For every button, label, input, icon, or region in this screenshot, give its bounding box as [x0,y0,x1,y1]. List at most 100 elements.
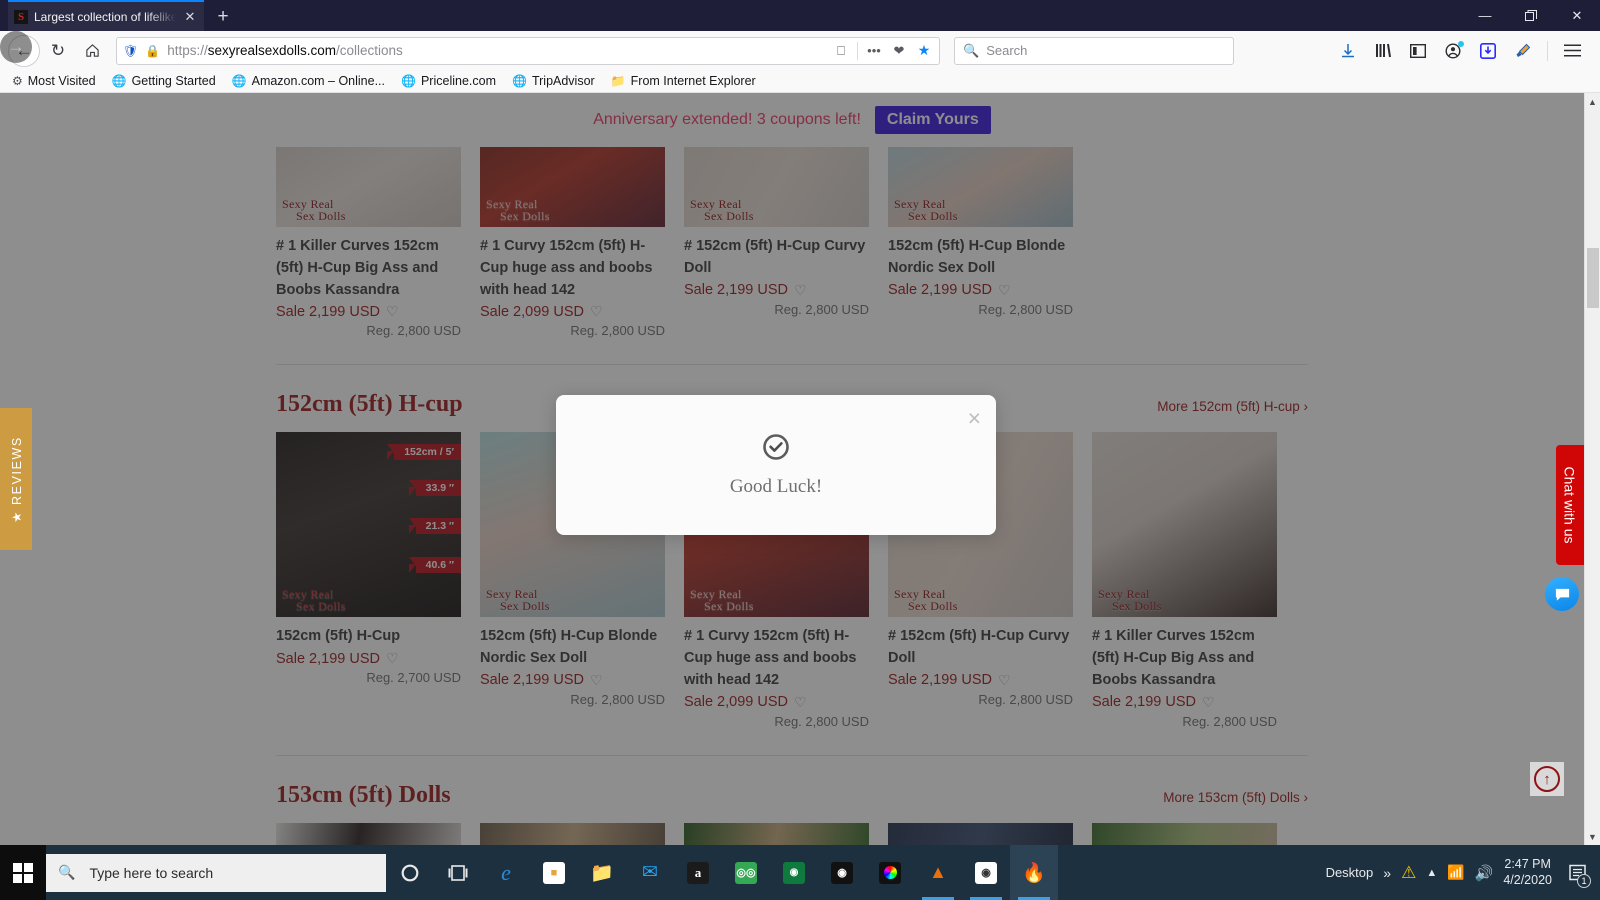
arrow-up-icon: ↑ [1534,766,1560,792]
search-icon: 🔍 [963,42,980,58]
folder-icon: 📁 [610,74,626,88]
green-app-icon[interactable]: ◉ [770,845,818,900]
reviews-tab[interactable]: ★ REVIEWS [0,408,32,550]
forward-button[interactable]: → [0,31,32,63]
close-window-button[interactable]: ✕ [1554,0,1600,31]
address-bar[interactable]: 🛡 🔒 https://sexyrealsexdolls.com/collect… [116,36,940,65]
globe-icon: 🌐 [111,74,127,88]
notification-badge: 1 [1577,874,1591,888]
search-placeholder: Search [986,43,1028,58]
tray-overflow-icon[interactable]: » [1383,865,1391,881]
sidebar-icon[interactable] [1402,35,1434,67]
menu-icon[interactable] [1556,35,1588,67]
reader-mode-icon[interactable]: ⎕ [832,43,850,59]
page-actions-icon[interactable]: ••• [865,43,883,58]
bookmark-from-internet-explorer[interactable]: 📁 From Internet Explorer [611,74,756,88]
toolbar-icons [1332,35,1592,67]
page-viewport: Anniversary extended! 3 coupons left! Cl… [0,93,1600,845]
new-tab-button[interactable]: + [208,3,238,31]
scroll-up-arrow-icon[interactable]: ▲ [1585,93,1600,110]
divider [857,41,858,60]
url-path: /collections [336,43,403,58]
divider [1547,40,1548,61]
camera-dark-icon[interactable]: ◉ [818,845,866,900]
reload-button[interactable]: ↻ [42,35,74,67]
cortana-icon[interactable] [386,845,434,900]
title-bar: S Largest collection of lifelike adu ✕ +… [0,0,1600,31]
bookmark-amazon[interactable]: 🌐 Amazon.com – Online... [232,74,385,88]
amazon-icon[interactable]: a [674,845,722,900]
scrollbar-thumb[interactable] [1587,248,1599,308]
account-badge-dot [1458,40,1464,47]
account-icon[interactable] [1437,35,1469,67]
taskbar-search-input[interactable]: 🔍 Type here to search [46,853,386,892]
tab-close-icon[interactable]: ✕ [182,9,198,25]
download-icon[interactable] [1332,35,1364,67]
bookmark-priceline[interactable]: 🌐 Priceline.com [401,74,496,88]
scroll-down-arrow-icon[interactable]: ▼ [1585,828,1600,845]
page-scrollbar[interactable]: ▲ ▼ [1584,93,1600,845]
tripadvisor-icon[interactable]: ◎◎ [722,845,770,900]
globe-icon: 🌐 [512,74,527,88]
good-luck-modal: × Good Luck! [556,395,996,535]
modal-close-icon[interactable]: × [968,405,981,432]
minimize-button[interactable]: — [1462,0,1508,31]
task-view-icon[interactable] [434,845,482,900]
camera-icon[interactable]: ◉ [962,845,1010,900]
desktop-label[interactable]: Desktop [1326,865,1374,880]
windows-logo-icon [13,862,33,883]
clock[interactable]: 2:47 PM 4/2/2020 [1503,857,1552,888]
search-bar[interactable]: 🔍 Search [954,36,1234,65]
bookmark-most-visited[interactable]: ⚙ Most Visited [12,74,96,88]
store-icon[interactable]: ■ [530,845,578,900]
bookmarks-toolbar: ⚙ Most Visited 🌐 Getting Started 🌐 Amazo… [0,70,1600,93]
bookmark-getting-started[interactable]: 🌐 Getting Started [112,74,216,88]
pocket-icon[interactable]: ❤ [890,43,908,59]
taskbar-search-placeholder: Type here to search [89,864,214,881]
bookmark-star-icon[interactable]: ★ [915,42,933,59]
bookmark-label: Amazon.com – Online... [251,74,386,88]
globe-icon: 🌐 [401,74,416,88]
browser-tab[interactable]: S Largest collection of lifelike adu ✕ [8,0,204,31]
tracking-protection-shield-icon[interactable]: 🛡 [123,44,138,58]
reviews-tab-label: ★ REVIEWS [9,435,24,523]
library-icon[interactable] [1367,35,1399,67]
color-wheel-icon[interactable] [866,845,914,900]
bookmark-label: Getting Started [131,74,216,88]
back-to-top-button[interactable]: ↑ [1530,762,1564,796]
tab-title: Largest collection of lifelike adu [34,9,176,24]
url-text: https://sexyrealsexdolls.com/collections [167,43,403,58]
search-icon: 🔍 [58,864,76,880]
notification-center-button[interactable]: 1 [1562,845,1592,900]
chevron-up-icon[interactable]: ▲ [1426,867,1437,879]
blue-download-icon[interactable] [1472,35,1504,67]
gear-icon: ⚙ [12,74,23,88]
firefox-icon[interactable]: 🔥 [1010,845,1058,900]
start-button[interactable] [0,845,46,900]
bookmark-tripadvisor[interactable]: 🌐 TripAdvisor [512,74,595,88]
vlc-icon[interactable]: ▲ [914,845,962,900]
bookmark-label: From Internet Explorer [630,74,756,88]
maximize-button[interactable] [1508,0,1554,31]
edge-icon[interactable]: e [482,845,530,900]
chat-bubble-icon[interactable] [1545,577,1579,611]
mail-icon[interactable]: ✉ [626,845,674,900]
home-button[interactable] [76,35,108,67]
browser-window: S Largest collection of lifelike adu ✕ +… [0,0,1600,900]
clock-date: 4/2/2020 [1503,872,1552,887]
windows-taskbar: 🔍 Type here to search e ■ 📁 ✉ a ◎◎ ◉ ◉ ▲… [0,845,1600,900]
lock-icon: 🔒 [145,43,161,58]
bookmark-label: Most Visited [27,74,96,88]
web-page: Anniversary extended! 3 coupons left! Cl… [0,93,1584,845]
file-explorer-icon[interactable]: 📁 [578,845,626,900]
warning-icon[interactable]: ⚠ [1401,863,1416,883]
chat-with-us-tab[interactable]: Chat with us [1556,445,1584,565]
network-icon[interactable]: 📶 [1447,864,1464,881]
bookmark-label: TripAdvisor [531,74,595,88]
bookmark-label: Priceline.com [420,74,496,88]
check-circle-icon [762,433,790,466]
url-host: sexyrealsexdolls.com [207,43,337,58]
highlighter-icon[interactable] [1507,35,1539,67]
navigation-toolbar: ← → ↻ 🛡 🔒 https://sexyrealsexdolls.com/c… [0,31,1600,70]
volume-icon[interactable]: 🔊 [1475,864,1494,882]
